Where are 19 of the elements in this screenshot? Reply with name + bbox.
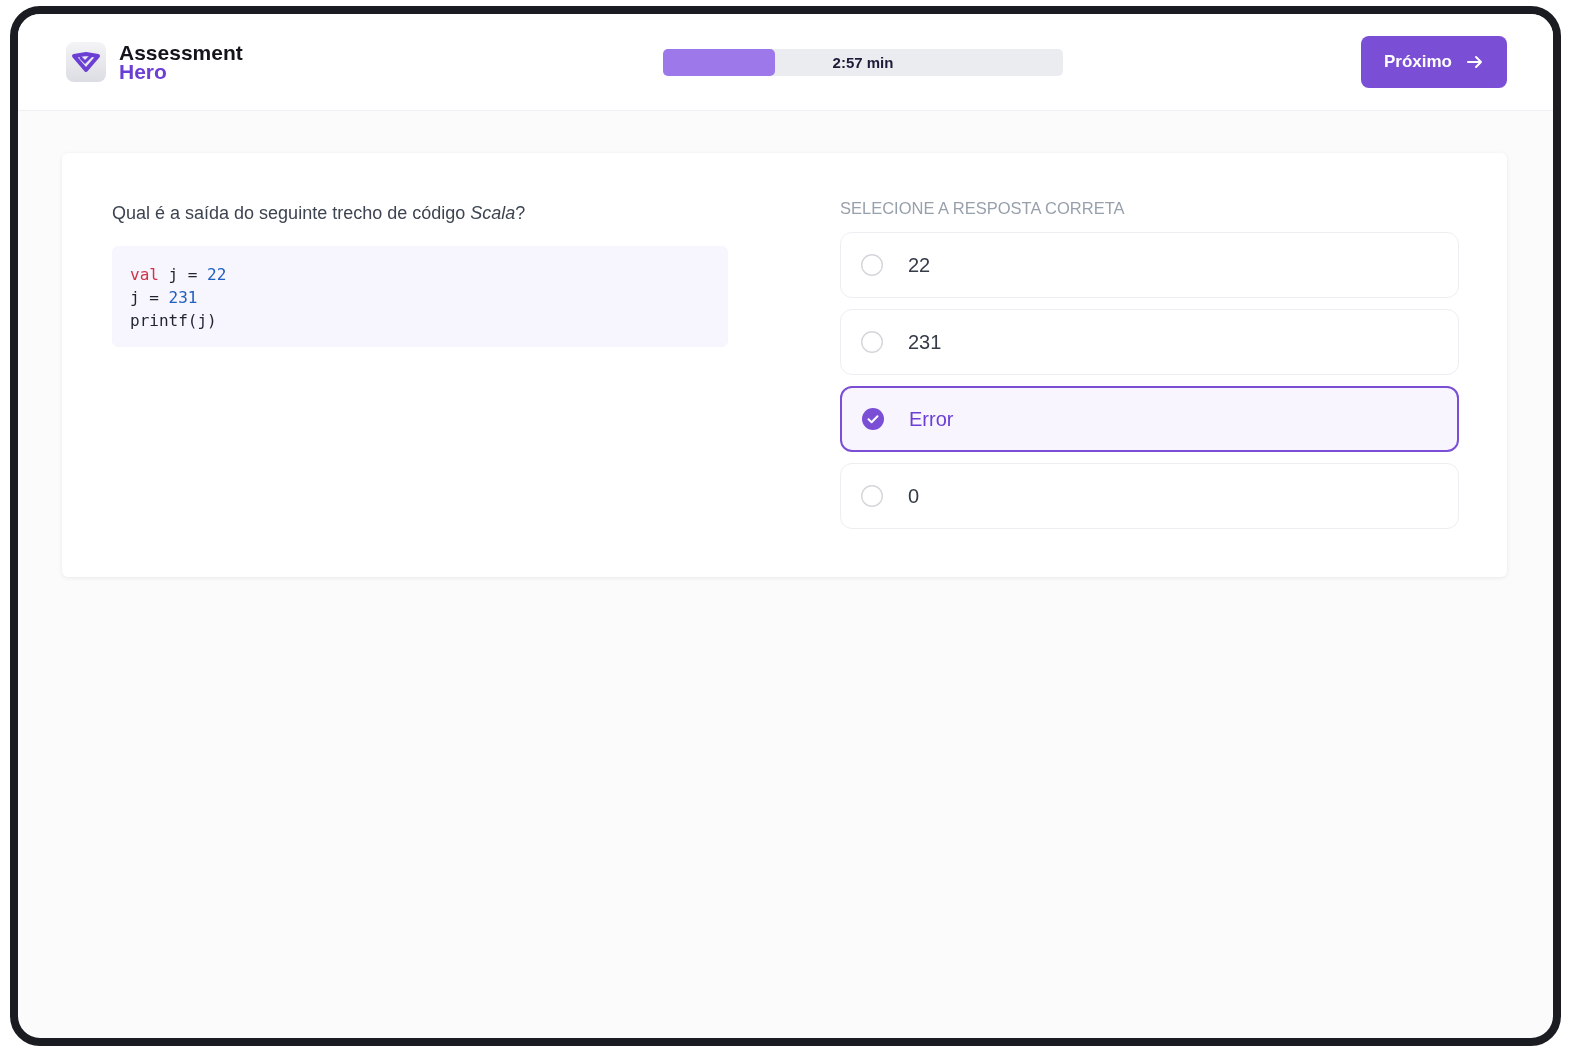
radio-checked-icon	[862, 408, 884, 430]
code-line: j = 231	[130, 287, 198, 309]
code-line: val j = 22	[130, 264, 227, 286]
radio-icon	[861, 485, 883, 507]
arrow-right-icon	[1466, 53, 1484, 71]
next-button[interactable]: Próximo	[1361, 36, 1507, 88]
radio-icon	[861, 254, 883, 276]
logo-wordmark-sub: Hero	[119, 62, 168, 81]
code-line: printf(j)	[130, 310, 217, 332]
answer-option[interactable]: Error	[840, 386, 1459, 452]
logo-icon	[65, 41, 107, 83]
radio-icon	[861, 331, 883, 353]
question-text: Qual é a saída do seguinte trecho de código Scala?	[112, 203, 527, 224]
timer-reading: 2:57 min	[832, 53, 894, 71]
logo-wordmark: Assessment	[119, 43, 243, 62]
answer-option[interactable]: 22	[840, 232, 1459, 298]
answer-option[interactable]: 0	[840, 463, 1459, 529]
answers-heading: SELECIONE A RESPOSTA CORRETA	[840, 199, 1126, 218]
answer-option[interactable]: 231	[840, 309, 1459, 375]
